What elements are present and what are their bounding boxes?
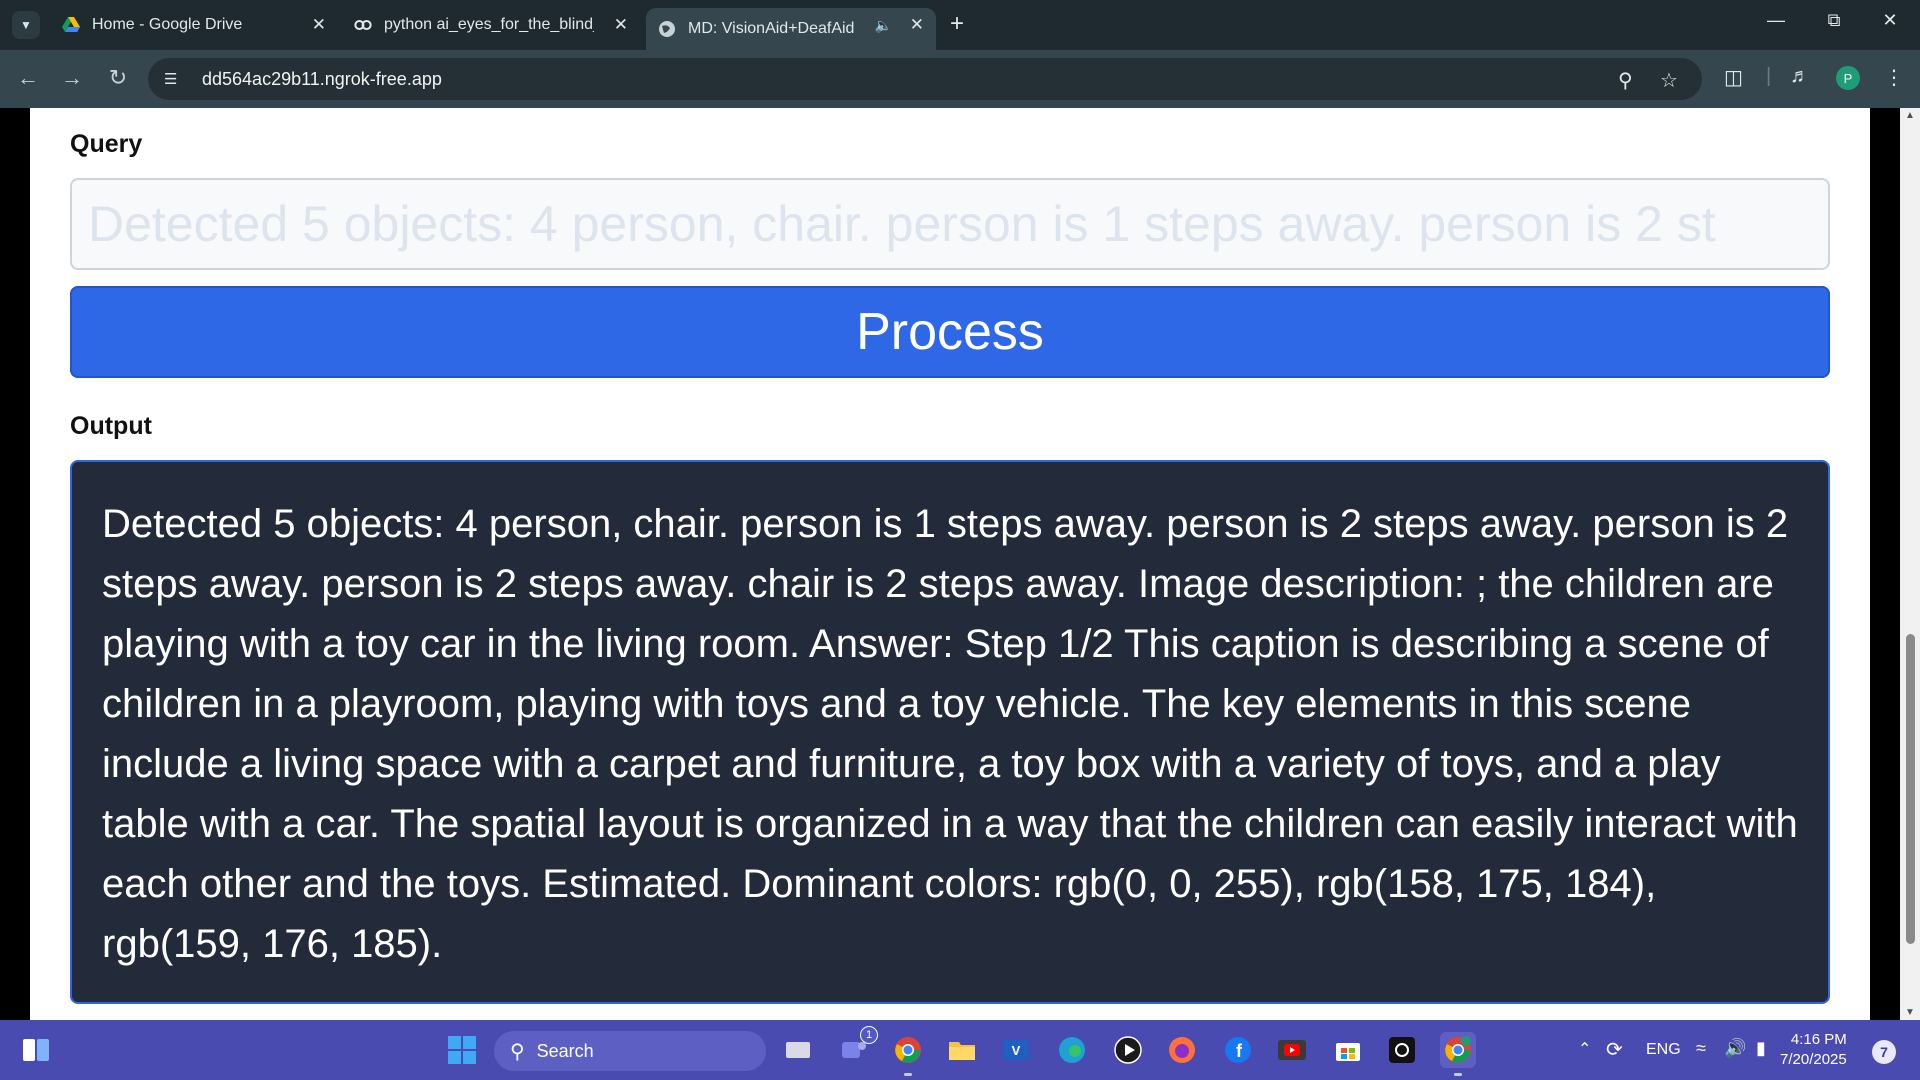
chevron-down-icon: ▼ — [20, 18, 32, 32]
system-clock[interactable]: 4:16 PM 7/20/2025 — [1780, 1030, 1847, 1070]
sync-icon[interactable]: ⟳ — [1606, 1037, 1623, 1062]
search-label: Search — [536, 1040, 594, 1061]
capcut-icon[interactable] — [1384, 1032, 1420, 1068]
taskbar-search[interactable]: ⚲ Search — [494, 1031, 766, 1071]
url-text[interactable]: dd564ac29b11.ngrok-free.app — [202, 69, 442, 90]
tab-title: python ai_eyes_for_the_blind_g — [384, 16, 594, 33]
language-indicator[interactable]: ENG — [1646, 1041, 1681, 1059]
new-tab-button[interactable]: + — [950, 11, 964, 37]
wifi-icon[interactable]: ≈ — [1696, 1038, 1706, 1059]
query-label: Query — [70, 130, 143, 158]
close-window-button[interactable]: ✕ — [1870, 10, 1910, 31]
close-icon[interactable]: ✕ — [910, 15, 924, 35]
chevron-up-icon[interactable]: ⌃ — [1578, 1039, 1591, 1059]
page-viewport: Query Process Output Detected 5 objects:… — [0, 108, 1920, 1020]
browser-toolbar: ← → ↻ ☰ dd564ac29b11.ngrok-free.app ⚲ ☆ … — [0, 50, 1920, 108]
svg-text:V: V — [1012, 1043, 1021, 1058]
tab-colab[interactable]: python ai_eyes_for_the_blind_g ✕ — [342, 8, 640, 42]
address-bar[interactable]: ☰ dd564ac29b11.ngrok-free.app ⚲ ☆ — [148, 58, 1702, 100]
close-icon[interactable]: ✕ — [614, 15, 628, 35]
tab-visionaid[interactable]: MD: VisionAid+DeafAid 🔈 ✕ — [646, 8, 936, 50]
youtube-icon[interactable] — [1274, 1032, 1310, 1068]
start-button[interactable] — [444, 1032, 480, 1068]
site-info-icon[interactable]: ☰ — [164, 70, 188, 88]
svg-text:f: f — [1236, 1041, 1243, 1061]
menu-icon[interactable]: ⋮ — [1884, 65, 1904, 90]
chrome-icon[interactable] — [890, 1032, 926, 1076]
forward-arrow-icon[interactable]: → — [58, 66, 86, 90]
chrome-profile-icon[interactable] — [1440, 1032, 1476, 1076]
google-drive-icon — [62, 16, 80, 34]
minimize-button[interactable]: — — [1756, 10, 1796, 31]
restore-button[interactable]: ⧉ — [1814, 10, 1854, 31]
location-pin-icon[interactable]: ⚲ — [1618, 68, 1633, 93]
scrollbar-thumb[interactable] — [1906, 634, 1915, 944]
notification-badge[interactable]: 7 — [1872, 1040, 1896, 1064]
teams-badge: 1 — [860, 1026, 878, 1044]
facebook-icon[interactable]: f — [1220, 1032, 1256, 1068]
search-icon: ⚲ — [510, 1040, 525, 1063]
tab-title: Home - Google Drive — [92, 16, 243, 33]
file-explorer-icon[interactable] — [944, 1032, 980, 1068]
teams-icon[interactable]: 1 — [836, 1026, 878, 1068]
clock-date: 7/20/2025 — [1780, 1051, 1847, 1068]
reload-icon[interactable]: ↻ — [104, 66, 132, 90]
scroll-up-arrow-icon[interactable]: ▲ — [1905, 110, 1915, 121]
extensions-icon[interactable]: ◫ — [1724, 65, 1743, 90]
process-button[interactable]: Process — [70, 286, 1830, 378]
back-arrow-icon[interactable]: ← — [14, 66, 42, 90]
avatar[interactable]: P — [1836, 66, 1860, 90]
firefox-icon[interactable] — [1164, 1032, 1200, 1068]
store-icon[interactable] — [1330, 1032, 1366, 1068]
media-player-icon[interactable] — [1110, 1032, 1146, 1068]
media-control-icon[interactable]: ♬ — [1790, 65, 1810, 88]
globe-icon — [658, 20, 676, 38]
task-view-icon[interactable] — [780, 1032, 816, 1068]
tab-title: MD: VisionAid+DeafAid — [688, 20, 855, 37]
edge-icon[interactable] — [1054, 1032, 1090, 1068]
close-icon[interactable]: ✕ — [312, 15, 326, 35]
tab-search-button[interactable]: ▼ — [12, 11, 40, 39]
browser-tab-strip: ▼ Home - Google Drive ✕ python ai_eyes_f… — [0, 0, 1920, 50]
toolbar-divider: | — [1766, 65, 1772, 87]
volume-icon[interactable]: 🔊 — [1724, 1038, 1746, 1059]
tab-google-drive[interactable]: Home - Google Drive ✕ — [50, 8, 338, 42]
clock-time: 4:16 PM — [1790, 1031, 1847, 1048]
widgets-icon[interactable] — [18, 1032, 54, 1068]
page-scrollbar[interactable]: ▲ ▼ — [1900, 108, 1920, 1020]
output-label: Output — [70, 412, 152, 440]
taskbar: ⚲ Search 1 V f ⌃ ⟳ ENG ≈ 🔊 ▮ 4:16 PM 7/2… — [0, 1020, 1920, 1080]
battery-icon[interactable]: ▮ — [1756, 1038, 1766, 1059]
running-indicator — [1454, 1073, 1462, 1076]
query-input[interactable] — [70, 178, 1830, 270]
app-page: Query Process Output Detected 5 objects:… — [30, 108, 1870, 1020]
output-text: Detected 5 objects: 4 person, chair. per… — [70, 460, 1830, 1004]
vpn-icon[interactable]: V — [998, 1032, 1034, 1068]
scroll-down-arrow-icon[interactable]: ▼ — [1905, 1007, 1915, 1018]
speaker-icon[interactable]: 🔈 — [875, 17, 892, 34]
colab-icon — [354, 16, 372, 34]
bookmark-star-icon[interactable]: ☆ — [1660, 68, 1678, 93]
running-indicator — [904, 1073, 912, 1076]
